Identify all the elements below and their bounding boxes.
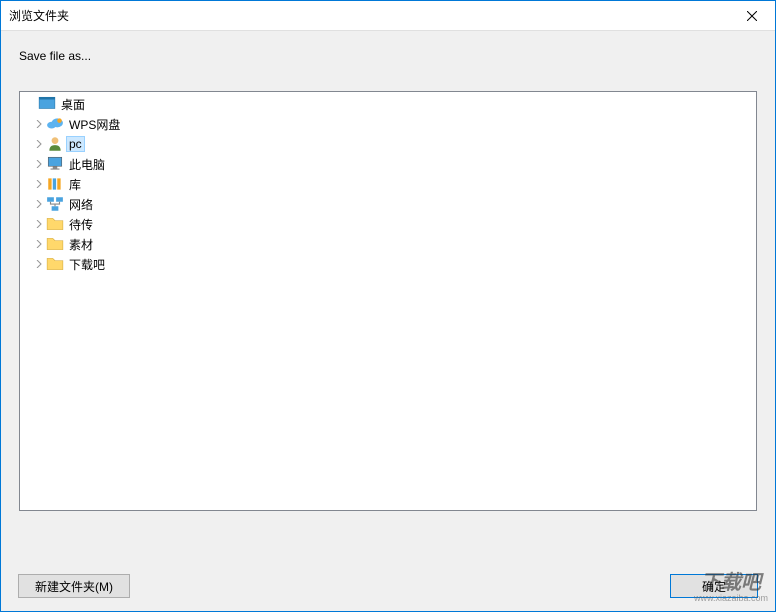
tree-item-label: 待传 [66,215,96,234]
tree-item-wps[interactable]: WPS网盘 [20,114,756,134]
user-icon [46,136,64,152]
expand-arrow-icon[interactable] [32,197,46,211]
expand-arrow-icon[interactable] [32,257,46,271]
tree-root-desktop[interactable]: 桌面 [20,94,756,114]
desktop-icon [38,96,56,112]
close-button[interactable] [729,1,775,31]
tree-item-label: 素材 [66,235,96,254]
close-icon [747,11,757,21]
ok-button[interactable]: 确定 [670,574,758,598]
tree-item-folder-material[interactable]: 素材 [20,234,756,254]
folder-tree[interactable]: 桌面 WPS网盘 pc 此电脑 库 网络 [19,91,757,511]
library-icon [46,176,64,192]
tree-item-folder-download[interactable]: 下载吧 [20,254,756,274]
tree-item-label: 桌面 [58,95,88,114]
tree-item-label: 网络 [66,195,96,214]
tree-item-pc[interactable]: pc [20,134,756,154]
titlebar: 浏览文件夹 [1,1,775,31]
tree-item-label: 库 [66,175,84,194]
tree-item-network[interactable]: 网络 [20,194,756,214]
folder-icon [46,216,64,232]
expand-arrow-icon[interactable] [32,137,46,151]
folder-icon [46,256,64,272]
titlebar-title: 浏览文件夹 [9,7,729,24]
button-bar: 新建文件夹(M) 确定 [0,574,776,598]
tree-item-label: WPS网盘 [66,115,123,134]
tree-item-label: 此电脑 [66,155,108,174]
expand-arrow-icon[interactable] [32,117,46,131]
expand-arrow-icon[interactable] [32,217,46,231]
folder-icon [46,236,64,252]
tree-item-library[interactable]: 库 [20,174,756,194]
monitor-icon [46,156,64,172]
network-icon [46,196,64,212]
tree-item-label: 下载吧 [66,255,108,274]
tree-item-label: pc [66,136,85,152]
tree-item-folder-pending[interactable]: 待传 [20,214,756,234]
cloud-icon [46,116,64,132]
expand-spacer [24,97,38,111]
expand-arrow-icon[interactable] [32,177,46,191]
expand-arrow-icon[interactable] [32,157,46,171]
dialog-instruction: Save file as... [1,31,775,73]
new-folder-button[interactable]: 新建文件夹(M) [18,574,130,598]
tree-item-thispc[interactable]: 此电脑 [20,154,756,174]
expand-arrow-icon[interactable] [32,237,46,251]
